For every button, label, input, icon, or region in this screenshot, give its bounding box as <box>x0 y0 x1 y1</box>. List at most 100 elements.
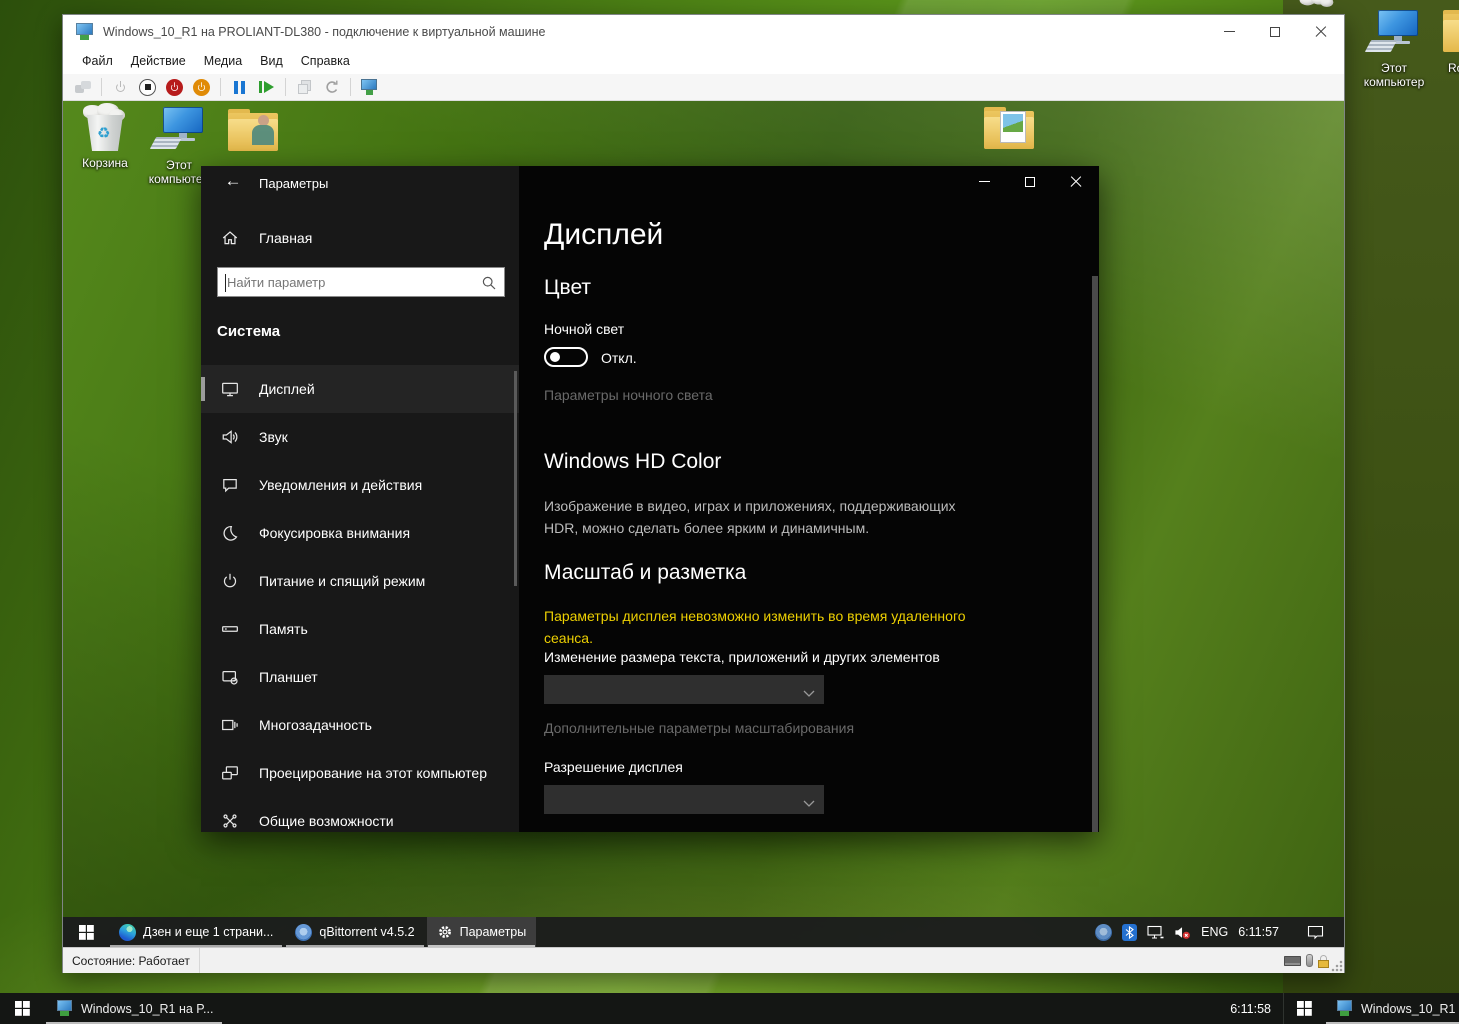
turnoff-vm-icon[interactable] <box>190 76 213 99</box>
vm-minimize-button[interactable] <box>1206 15 1252 48</box>
sidebar-item-power-sleep[interactable]: Питание и спящий режим <box>201 557 519 605</box>
resume-vm-icon[interactable] <box>255 76 278 99</box>
advanced-scaling-link[interactable]: Дополнительные параметры масштабирования <box>544 720 854 736</box>
host-taskbar-item-vm-secondary[interactable]: Windows_10_R1 на P. <box>1324 993 1459 1024</box>
host-taskbar-secondary: Windows_10_R1 на P. <box>1283 993 1459 1024</box>
scale-dropdown[interactable] <box>544 675 824 704</box>
folder-icon <box>1443 10 1459 58</box>
notifications-icon <box>221 476 239 494</box>
settings-close-button[interactable] <box>1053 166 1099 197</box>
vm-menubar: Файл Действие Медиа Вид Справка <box>63 48 1344 74</box>
checkpoint-icon[interactable] <box>293 76 316 99</box>
settings-window-title: Параметры <box>259 176 328 191</box>
menu-media[interactable]: Медиа <box>195 50 251 72</box>
notification-center-icon[interactable] <box>1307 924 1324 941</box>
sidebar-scrollbar[interactable] <box>514 371 517 586</box>
vm-maximize-button[interactable] <box>1252 15 1298 48</box>
lock-status-icon <box>1318 954 1330 968</box>
vm-status-bar: Состояние: Работает <box>63 947 1344 973</box>
guest-start-button[interactable] <box>63 917 109 947</box>
start-vm-icon[interactable] <box>109 76 132 99</box>
computer-icon <box>153 107 205 155</box>
taskbar-item-label: Параметры <box>460 925 527 939</box>
qbittorrent-tray-icon[interactable] <box>1095 924 1112 941</box>
back-arrow-icon[interactable]: ← <box>221 171 245 193</box>
vm-status-text: Состояние: Работает <box>72 954 190 968</box>
sidebar-item-sound[interactable]: Звук <box>201 413 519 461</box>
taskbar-item-browser[interactable]: Дзен и еще 1 страни... <box>109 917 283 947</box>
sidebar-item-storage[interactable]: Память <box>201 605 519 653</box>
chevron-down-icon <box>803 795 815 813</box>
menu-action[interactable]: Действие <box>122 50 195 72</box>
search-icon[interactable] <box>481 275 497 296</box>
stop-vm-icon[interactable] <box>136 76 159 99</box>
tablet-icon <box>221 668 239 686</box>
resize-grip[interactable] <box>1331 960 1343 972</box>
revert-icon[interactable] <box>320 76 343 99</box>
user-folder-icon <box>228 109 278 151</box>
pause-vm-icon[interactable] <box>228 76 251 99</box>
host-start-button[interactable] <box>0 993 44 1024</box>
guest-clock[interactable]: 6:11:57 <box>1238 925 1279 939</box>
menu-view[interactable]: Вид <box>251 50 292 72</box>
resolution-dropdown[interactable] <box>544 785 824 814</box>
menu-help[interactable]: Справка <box>292 50 359 72</box>
taskbar-item-qbittorrent[interactable]: qBittorrent v4.5.2 <box>285 917 424 947</box>
windows-logo-icon <box>1297 1001 1312 1016</box>
sidebar-item-shared-experiences[interactable]: Общие возможности <box>201 797 519 832</box>
desktop-icon-this-pc-host[interactable]: Этот компьютер <box>1356 10 1432 89</box>
sidebar-item-focus-assist[interactable]: Фокусировка внимания <box>201 509 519 557</box>
sidebar-item-label: Память <box>259 621 308 637</box>
recycle-bin-sliver-icon[interactable] <box>1298 0 1336 14</box>
taskbar-item-label: qBittorrent v4.5.2 <box>319 925 414 939</box>
sidebar-item-notifications[interactable]: Уведомления и действия <box>201 461 519 509</box>
sidebar-item-home[interactable]: Главная <box>259 230 312 246</box>
menu-file[interactable]: Файл <box>73 50 122 72</box>
vm-connect-icon <box>55 1000 74 1017</box>
windows-logo-icon <box>79 925 94 940</box>
sidebar-item-display[interactable]: Дисплей <box>201 365 519 413</box>
settings-maximize-button[interactable] <box>1007 166 1053 197</box>
settings-window: ← Параметры Главная <box>201 166 1099 832</box>
network-icon[interactable] <box>1147 924 1164 941</box>
enhanced-session-icon[interactable] <box>358 76 381 99</box>
sidebar-item-tablet[interactable]: Планшет <box>201 653 519 701</box>
multitasking-icon <box>221 716 239 734</box>
vm-connection-window: Windows_10_R1 на PROLIANT-DL380 - подклю… <box>62 14 1345 973</box>
sidebar-item-multitasking[interactable]: Многозадачность <box>201 701 519 749</box>
night-light-settings-link[interactable]: Параметры ночного света <box>544 387 713 403</box>
resolution-label: Разрешение дисплея <box>544 759 683 775</box>
search-input[interactable] <box>218 268 504 296</box>
toolbar-separator <box>285 78 286 96</box>
host-clock[interactable]: 6:11:58 <box>1230 993 1283 1024</box>
bluetooth-icon[interactable] <box>1122 924 1137 941</box>
host-taskbar: Windows_10_R1 на P... 6:11:58 Windows_10… <box>0 993 1459 1024</box>
language-indicator[interactable]: ENG <box>1201 925 1228 939</box>
vm-titlebar[interactable]: Windows_10_R1 на PROLIANT-DL380 - подклю… <box>63 15 1344 48</box>
settings-sidebar: ← Параметры Главная <box>201 166 519 832</box>
recycle-mark: ♻ <box>97 125 113 141</box>
volume-muted-icon[interactable] <box>1174 924 1191 941</box>
page-title: Дисплей <box>544 218 663 252</box>
settings-scrollbar[interactable] <box>1092 276 1098 832</box>
computer-icon <box>1368 10 1420 58</box>
display-icon <box>221 380 239 398</box>
settings-minimize-button[interactable] <box>961 166 1007 197</box>
host-taskbar-item-vm[interactable]: Windows_10_R1 на P... <box>44 993 224 1024</box>
desktop-icon-user-folder[interactable] <box>215 109 291 151</box>
sidebar-item-projecting[interactable]: Проецирование на этот компьютер <box>201 749 519 797</box>
vm-close-button[interactable] <box>1298 15 1344 48</box>
home-icon <box>221 229 239 252</box>
sidebar-nav: Дисплей Звук <box>201 365 519 832</box>
host-start-button-secondary[interactable] <box>1284 993 1324 1024</box>
host-taskbar-primary: Windows_10_R1 на P... 6:11:58 <box>0 993 1283 1024</box>
ctrl-alt-del-icon[interactable] <box>71 76 94 99</box>
night-light-toggle[interactable] <box>544 347 588 367</box>
usb-status-icon <box>1306 954 1313 967</box>
shutdown-vm-icon[interactable] <box>163 76 186 99</box>
taskbar-item-settings[interactable]: Параметры <box>427 917 537 947</box>
guest-desktop: ♻ Корзина Этот компьютер <box>63 101 1344 947</box>
desktop-icon-folder-cut[interactable]: Ror <box>1430 10 1459 75</box>
desktop-icon-recycle-bin[interactable]: ♻ Корзина <box>67 105 143 170</box>
desktop-icon-pictures-folder[interactable] <box>971 107 1047 149</box>
